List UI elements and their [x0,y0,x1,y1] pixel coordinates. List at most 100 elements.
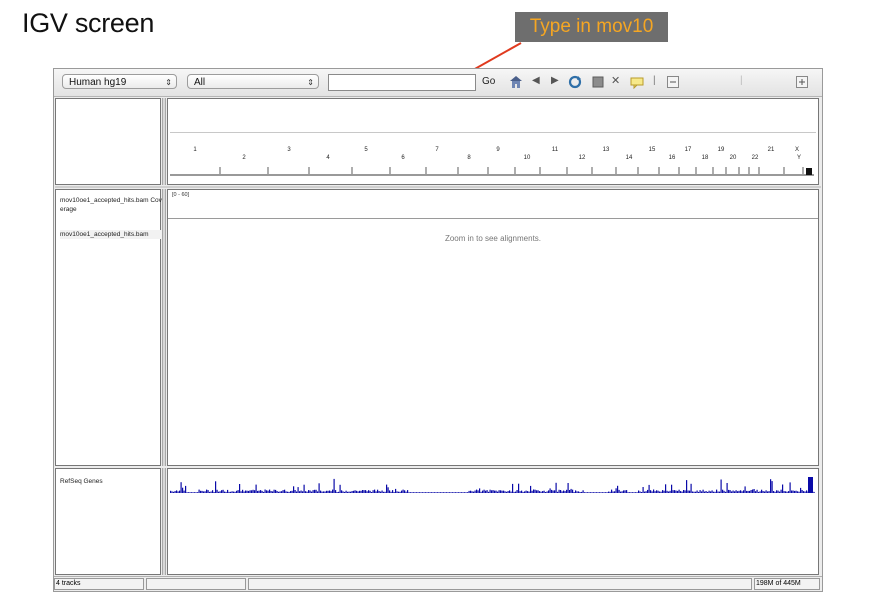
gene-density-bar [515,491,517,493]
go-button[interactable]: Go [482,76,495,87]
refseq-gene-density[interactable] [168,469,818,509]
zoom-out-icon[interactable] [666,75,680,89]
gene-density-bar [588,492,590,493]
gene-density-bar [458,492,460,493]
gene-density-bar [723,490,725,493]
gene-density-bar [296,491,298,493]
alignment-data-panel[interactable]: [0 - 60] Zoom in to see alignments. [167,189,819,466]
refresh-icon[interactable] [568,75,582,89]
chromosome-label[interactable]: 1 [193,147,197,153]
chromosome-label[interactable]: 12 [579,155,586,161]
locus-search-input[interactable] [328,74,476,91]
gene-density-bar [248,490,250,493]
chromosome-label[interactable]: 4 [326,155,330,161]
zoom-in-icon[interactable] [795,75,809,89]
chromosome-label[interactable]: 22 [752,155,759,161]
gene-density-bar [531,490,533,493]
chromosome-label[interactable]: 6 [401,155,405,161]
gene-density-bar [426,492,428,493]
gene-density-bar [192,492,194,493]
gene-density-bar [789,482,791,493]
chromosome-label[interactable]: 19 [718,147,725,153]
roi-icon[interactable] [591,75,605,89]
chromosome-label[interactable]: 8 [467,155,471,161]
chromosome-label[interactable]: 2 [242,155,246,161]
alignment-track-name[interactable]: mov10oe1_accepted_hits.bam [60,230,164,239]
gene-density-bar [336,492,338,493]
gene-density-bar [618,489,620,493]
chromosome-label[interactable]: 5 [364,147,368,153]
forward-icon[interactable]: ▶ [551,74,559,88]
chromosome-label[interactable]: Y [797,155,801,161]
gene-density-bar [389,490,391,493]
gene-density-bar [390,491,392,493]
panel-divider[interactable] [162,189,166,466]
chromosome-label[interactable]: X [795,147,799,153]
status-message [248,578,752,590]
gene-density-bar [290,491,292,493]
panel-splitter[interactable] [55,186,821,188]
popup-text-icon[interactable] [630,75,644,89]
gene-density-bar [398,491,400,493]
gene-density-bar [576,491,578,493]
gene-density-bar [653,489,655,493]
panel-divider[interactable] [162,98,166,185]
gene-density-bar [288,491,290,493]
back-icon[interactable]: ◀ [532,74,540,88]
gene-density-bar [564,491,566,493]
chromosome-select[interactable]: All ⇕ [187,74,319,89]
chromosome-label[interactable]: 18 [702,155,709,161]
gene-density-bar [254,490,256,493]
genome-select[interactable]: Human hg19 ⇕ [62,74,177,89]
chromosome-label[interactable]: 9 [496,147,500,153]
chromosome-label[interactable]: 16 [669,155,676,161]
gene-density-bar [176,490,178,493]
gene-density-bar [521,490,523,493]
gene-density-bar [509,490,511,493]
igv-window: Human hg19 ⇕ All ⇕ Go ◀ ▶ ✕ | | 1 3 5 7 … [53,68,823,592]
gene-density-bar [222,489,224,493]
home-icon[interactable] [509,75,523,89]
gene-density-bar [203,491,205,493]
feature-name-panel: RefSeq Genes [55,468,161,575]
refseq-track-name[interactable]: RefSeq Genes [60,477,164,486]
gene-density-bar [332,489,334,493]
gene-density-bar [647,489,649,493]
gene-density-bar [420,492,422,493]
gene-density-bar [381,490,383,493]
gene-density-bar [428,492,430,493]
gene-density-bar [591,492,593,493]
coverage-separator [168,218,818,219]
feature-data-panel[interactable] [167,468,819,575]
gene-density-bar [683,490,685,493]
gene-density-bar [696,490,698,493]
gene-density-bar [765,490,767,493]
chromosome-label[interactable]: 11 [552,147,559,153]
ruler-panel[interactable]: 1 3 5 7 9 11 13 15 17 19 21 X 2 4 6 8 10 12 14 16 18 20 22 Y [167,98,819,185]
gene-density-bar [465,492,467,493]
gene-density-bar [327,490,329,493]
chromosome-label[interactable]: 13 [603,147,610,153]
gene-density-bar [473,491,475,493]
chromosome-label[interactable]: 14 [626,155,633,161]
chromosome-label[interactable]: 20 [730,155,737,161]
gene-density-bar [801,490,803,493]
panel-divider[interactable] [162,468,166,575]
gene-density-bar [579,492,581,493]
gene-density-bar [387,487,389,493]
chromosome-label[interactable]: 3 [287,147,291,153]
gene-density-bar [600,492,602,493]
zoom-slider-track[interactable]: | [740,74,743,88]
chromosome-label[interactable]: 17 [685,147,692,153]
coverage-track-name[interactable]: mov10oe1_accepted_hits.bam Coverage [60,196,164,214]
chromosome-label[interactable]: 7 [435,147,439,153]
gene-density-bar [711,490,713,493]
gene-density-bar [231,491,233,493]
gene-density-bar [342,491,344,493]
chromosome-ruler[interactable]: 1 3 5 7 9 11 13 15 17 19 21 X2 4 6 8 10 12 14 16 18 20 22 Y [168,99,818,184]
resize-icon[interactable]: ✕ [611,74,620,88]
chromosome-label[interactable]: 15 [649,147,656,153]
chromosome-label[interactable]: 10 [524,155,531,161]
chromosome-label[interactable]: 21 [768,147,775,153]
gene-density-bar [252,489,254,493]
